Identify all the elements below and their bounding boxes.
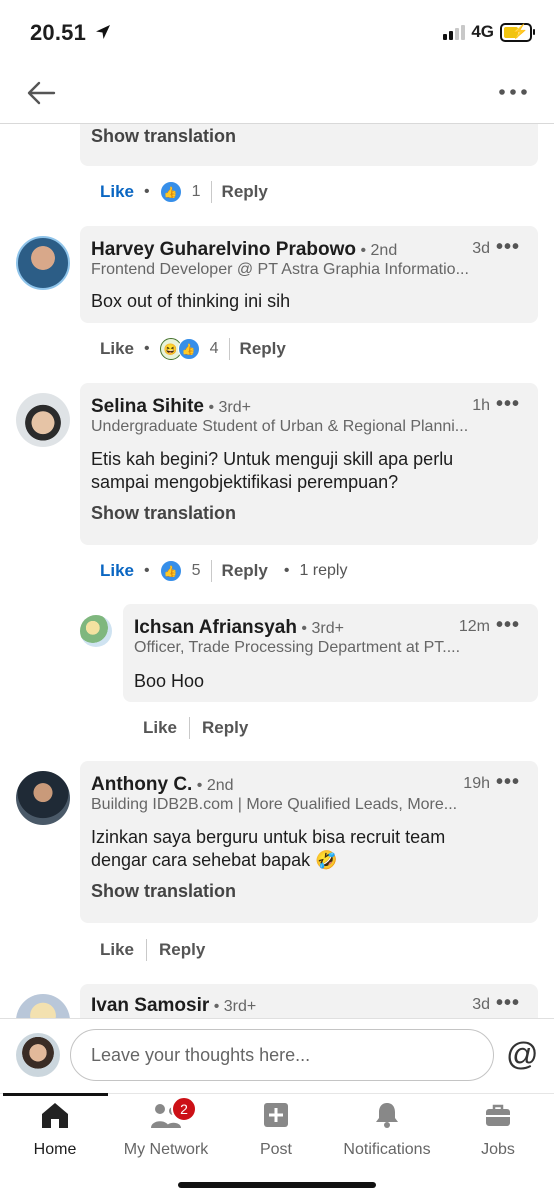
- notification-badge: 2: [171, 1096, 197, 1122]
- comment-actions: Like Reply: [143, 717, 248, 739]
- comment-more-icon[interactable]: •••: [496, 236, 520, 259]
- comment-input[interactable]: Leave your thoughts here...: [70, 1029, 494, 1081]
- like-button[interactable]: Like: [100, 940, 134, 960]
- connection-degree: • 2nd: [196, 777, 234, 794]
- comment-more-icon[interactable]: •••: [496, 771, 520, 794]
- home-indicator: [178, 1182, 376, 1188]
- signal-icon: [443, 24, 466, 40]
- reply-button[interactable]: Reply: [222, 561, 268, 581]
- tab-jobs[interactable]: Jobs: [443, 1100, 553, 1159]
- comment-bubble: Ivan Samosir • 3rd+ 3d •••: [80, 984, 538, 1018]
- reply-bubble: Ichsan Afriansyah • 3rd+ 12m ••• Officer…: [123, 604, 538, 702]
- comment-time: 12m: [458, 618, 490, 635]
- more-options-icon[interactable]: [498, 82, 528, 102]
- commenter-name[interactable]: Selina Sihite: [91, 396, 204, 417]
- tab-notifications[interactable]: Notifications: [332, 1100, 442, 1159]
- comment-text: dengar cara sehebat bapak 🤣: [91, 850, 338, 870]
- reply-button[interactable]: Reply: [202, 718, 248, 738]
- comment-time: 3d: [472, 996, 490, 1013]
- reaction-count[interactable]: 5: [192, 562, 201, 580]
- comment-text: sampai mengobjektifikasi perempuan?: [91, 472, 399, 492]
- comment-time: 3d: [472, 240, 490, 257]
- reaction-count[interactable]: 1: [192, 183, 201, 201]
- home-icon: [42, 1103, 68, 1128]
- battery-icon: ⚡: [500, 22, 535, 42]
- avatar[interactable]: [80, 615, 112, 647]
- like-button[interactable]: Like: [100, 182, 134, 202]
- avatar[interactable]: [16, 994, 70, 1018]
- comment-more-icon[interactable]: •••: [496, 614, 520, 637]
- location-arrow-icon: [96, 25, 111, 39]
- comment-bubble: Selina Sihite • 3rd+ 1h ••• Undergraduat…: [80, 383, 538, 545]
- like-button[interactable]: Like: [100, 339, 134, 359]
- comment-actions: Like • 👍 5 Reply • 1 reply: [100, 560, 348, 582]
- show-translation-link[interactable]: Show translation: [91, 126, 236, 147]
- connection-degree: • 3rd+: [301, 620, 344, 637]
- avatar[interactable]: [16, 236, 70, 290]
- reaction-icons[interactable]: 😆 👍: [159, 338, 200, 360]
- comment-more-icon[interactable]: •••: [496, 393, 520, 416]
- commenter-headline: Officer, Trade Processing Department at …: [134, 639, 461, 656]
- comment-more-icon[interactable]: •••: [496, 992, 520, 1015]
- like-reaction-icon: 👍: [177, 338, 200, 360]
- comment-actions: Like • 👍 1 Reply: [100, 181, 268, 203]
- reaction-count[interactable]: 4: [210, 340, 219, 358]
- connection-degree: • 2nd: [360, 242, 398, 259]
- comment-time: 1h: [472, 397, 490, 414]
- my-avatar[interactable]: [16, 1033, 60, 1077]
- reply-button[interactable]: Reply: [159, 940, 205, 960]
- comment-text: Etis kah begini? Untuk menguji skill apa…: [91, 449, 454, 469]
- partial-comment: Ivan Samosir • 3rd+ 3d •••: [0, 984, 554, 1018]
- tab-home[interactable]: Home: [0, 1100, 110, 1159]
- like-reaction-icon[interactable]: 👍: [159, 181, 182, 203]
- commenter-name[interactable]: Ivan Samosir: [91, 995, 209, 1016]
- show-translation-link[interactable]: Show translation: [91, 503, 236, 524]
- active-tab-indicator: [3, 1093, 108, 1096]
- reply-button[interactable]: Reply: [222, 182, 268, 202]
- like-button[interactable]: Like: [100, 561, 134, 581]
- briefcase-icon: [486, 1104, 510, 1126]
- like-button[interactable]: Like: [143, 718, 177, 738]
- post-icon: [264, 1103, 288, 1127]
- avatar[interactable]: [16, 771, 70, 825]
- commenter-headline: Building IDB2B.com | More Qualified Lead…: [91, 796, 458, 813]
- comment-text: Izinkan saya berguru untuk bisa recruit …: [91, 827, 446, 847]
- commenter-name[interactable]: Harvey Guharelvino Prabowo: [91, 239, 356, 260]
- show-translation-link[interactable]: Show translation: [91, 881, 236, 902]
- status-time: 20.51: [30, 20, 112, 46]
- status-indicators: 4G ⚡: [443, 22, 535, 42]
- bell-icon: [376, 1103, 398, 1128]
- network-type: 4G: [471, 22, 494, 41]
- commenter-name[interactable]: Ichsan Afriansyah: [134, 617, 297, 638]
- tab-post[interactable]: Post: [221, 1100, 331, 1159]
- connection-degree: • 3rd+: [213, 998, 257, 1015]
- comment-bubble: Harvey Guharelvino Prabowo • 2nd 3d ••• …: [80, 226, 538, 323]
- comment-text: Boo Hoo: [134, 671, 205, 691]
- comment-actions: Like Reply: [100, 939, 205, 961]
- commenter-name[interactable]: Anthony C.: [91, 774, 192, 795]
- commenter-headline: Frontend Developer @ PT Astra Graphia In…: [91, 261, 469, 278]
- connection-degree: • 3rd+: [208, 399, 251, 416]
- commenter-headline: Undergraduate Student of Urban & Regiona…: [91, 418, 469, 435]
- avatar[interactable]: [16, 393, 70, 447]
- comment-text: Box out of thinking ini sih: [91, 291, 291, 311]
- comment-time: 19h: [463, 775, 490, 792]
- mention-icon[interactable]: @: [506, 1036, 538, 1073]
- reply-button[interactable]: Reply: [240, 339, 286, 359]
- comment-actions: Like • 😆 👍 4 Reply: [100, 338, 286, 360]
- replies-count-link[interactable]: 1 reply: [299, 562, 347, 580]
- like-reaction-icon[interactable]: 👍: [159, 560, 182, 582]
- back-arrow-icon[interactable]: [24, 76, 60, 110]
- comment-bubble: Anthony C. • 2nd 19h ••• Building IDB2B.…: [80, 761, 538, 923]
- tab-my-network[interactable]: 2 My Network: [111, 1096, 221, 1159]
- comment-bubble: Show translation: [80, 124, 538, 166]
